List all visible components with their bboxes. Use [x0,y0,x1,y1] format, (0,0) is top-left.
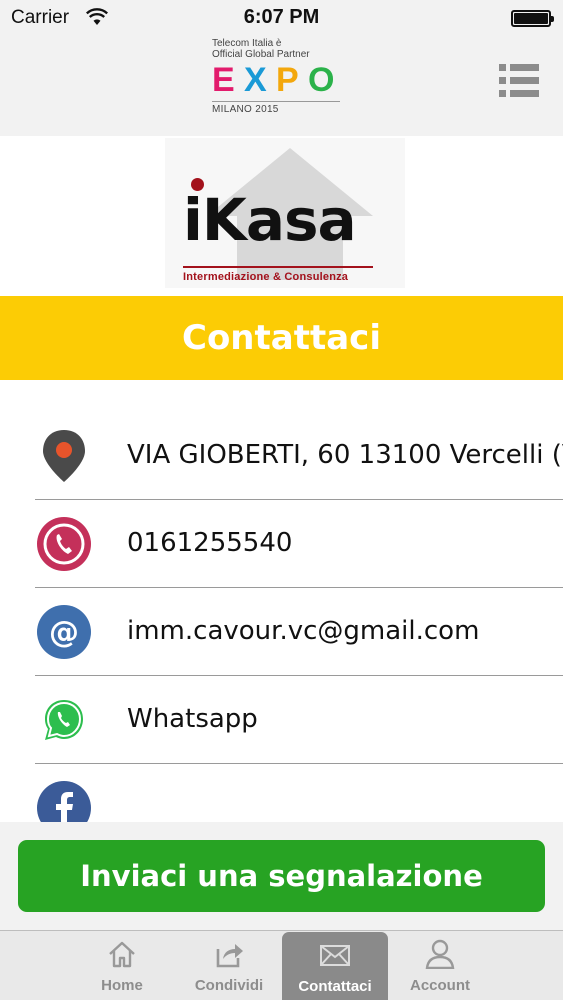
whatsapp-icon [45,700,83,740]
contact-whatsapp-text: Whatsapp [127,704,258,734]
home-icon [109,941,135,968]
brand-tagline: Intermediazione & Consulenza [183,271,349,283]
send-report-button[interactable]: Inviaci una segnalazione [18,840,545,912]
user-icon [425,939,455,969]
brand-banner: iKasa Intermediazione & Consulenza [10,138,563,296]
contact-address-text: VIA GIOBERTI, 60 13100 Vercelli (Ve [127,440,563,470]
contact-whatsapp[interactable]: Whatsapp [0,676,563,764]
brand-name: iKasa [183,186,357,254]
brand-logo: iKasa Intermediazione & Consulenza [165,138,405,288]
envelope-icon [320,945,350,966]
contact-address[interactable]: VIA GIOBERTI, 60 13100 Vercelli (Ve [0,412,563,500]
share-icon [216,944,243,968]
expo-partner-line2: Official Global Partner [212,49,310,60]
facebook-icon [37,781,91,822]
contact-email-text: imm.cavour.vc@gmail.com [127,616,480,646]
expo-letter-x: X [244,61,267,99]
app-header: Telecom Italia è Official Global Partner… [0,36,563,136]
expo-divider [212,101,340,102]
action-area: Inviaci una segnalazione [0,822,563,930]
menu-button[interactable] [499,64,539,98]
tab-account[interactable]: Account [387,931,493,1000]
tab-share[interactable]: Condividi [176,931,282,1000]
tab-home-label: Home [101,977,143,994]
expo-letter-p: P [276,61,299,99]
expo-letter-o: O [308,61,334,99]
clock: 6:07 PM [243,6,320,28]
menu-list-icon [499,64,539,71]
status-bar: Carrier 6:07 PM [0,0,563,36]
email-icon: @ [37,605,91,659]
expo-logo: Telecom Italia è Official Global Partner… [212,38,344,130]
contact-facebook[interactable] [0,764,563,822]
brand-divider [183,266,373,268]
contact-phone[interactable]: 0161255540 [0,500,563,588]
tab-share-label: Condividi [194,977,264,994]
map-pin-icon [43,430,85,482]
expo-letter-e: E [212,61,235,99]
phone-icon [37,517,91,571]
tab-bar: Home Condividi Contattaci Account [0,930,563,1000]
svg-text:@: @ [49,615,79,650]
tab-contact[interactable]: Contattaci [282,932,388,1000]
expo-wordmark: E X P O [212,61,344,99]
contact-phone-text: 0161255540 [127,528,293,558]
section-banner: Contattaci [0,296,563,380]
tab-account-label: Account [410,977,470,994]
contact-email[interactable]: @ imm.cavour.vc@gmail.com [0,588,563,676]
expo-city: MILANO 2015 [212,104,279,115]
tab-home[interactable]: Home [69,931,175,1000]
expo-partner-line1: Telecom Italia è [212,38,282,49]
battery-icon [511,10,554,27]
tab-contact-label: Contattaci [298,978,372,995]
page-title: Contattaci [182,318,381,358]
contact-list: VIA GIOBERTI, 60 13100 Vercelli (Ve 0161… [0,412,563,822]
